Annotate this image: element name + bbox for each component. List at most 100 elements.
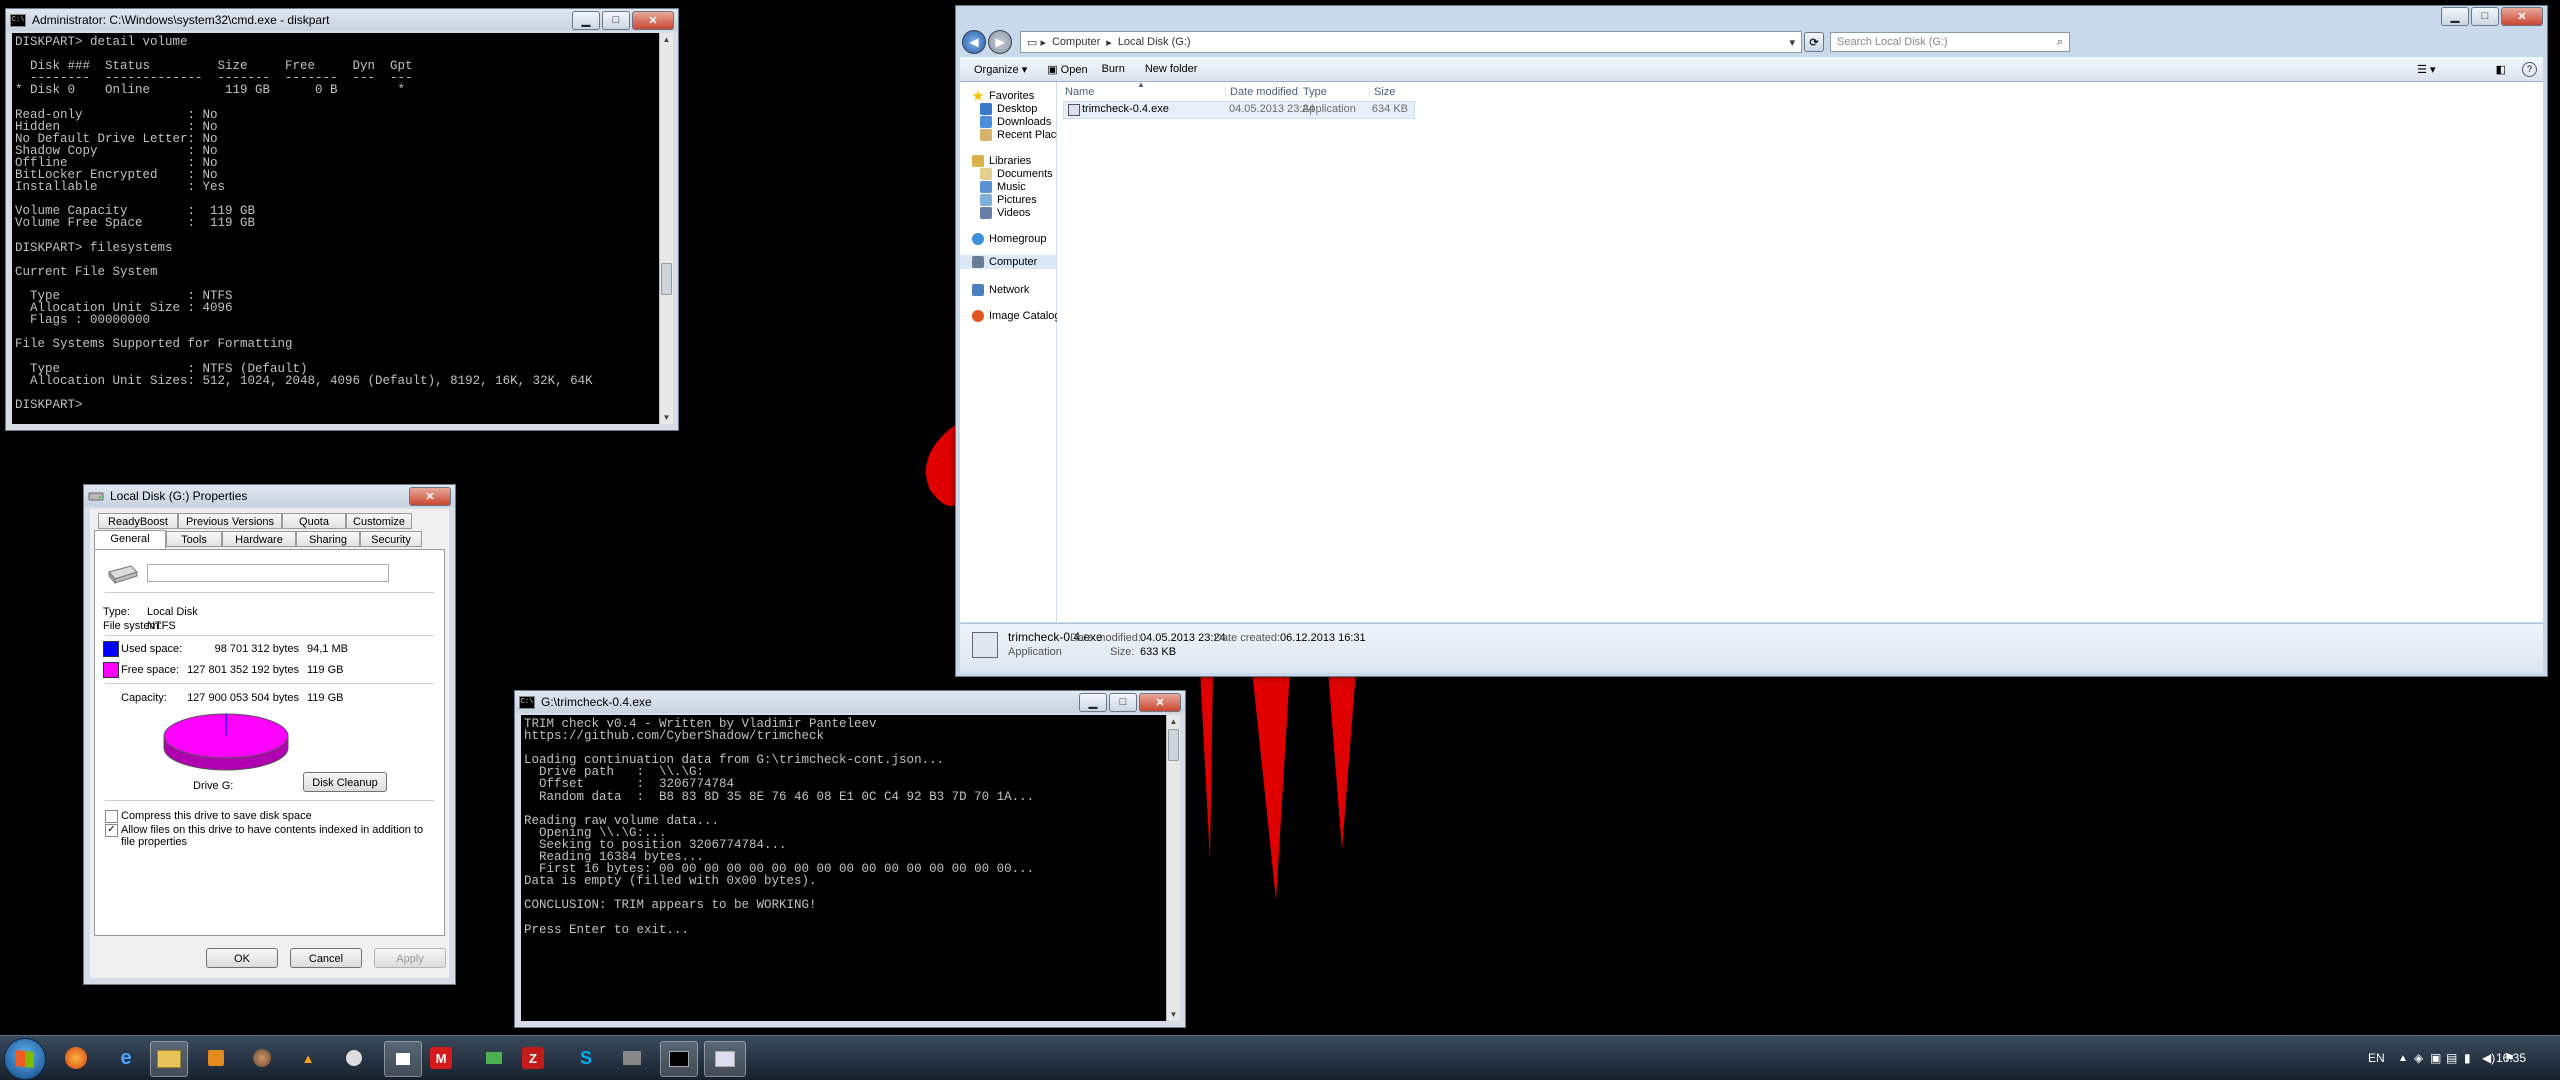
cmd-console-output[interactable]: DISKPART> detail volume Disk ### Status … (12, 33, 660, 424)
preview-pane-icon[interactable]: ◧ (2496, 63, 2506, 76)
scroll-down-icon[interactable]: ▼ (660, 411, 673, 424)
scroll-thumb[interactable] (1168, 729, 1179, 761)
nav-image-catalog[interactable]: Image Catalog (972, 310, 1061, 322)
properties-taskbar-icon[interactable] (704, 1041, 746, 1077)
maximize-button[interactable]: □ (2471, 6, 2499, 26)
column-header-size[interactable]: Size (1369, 86, 1395, 98)
cancel-button[interactable]: Cancel (290, 948, 362, 968)
trimcheck-scrollbar[interactable]: ▲ ▼ (1166, 715, 1180, 1021)
breadcrumb-local-disk[interactable]: Local Disk (G:) (1118, 36, 1191, 48)
properties-titlebar[interactable]: Local Disk (G:) Properties ✕ (84, 485, 455, 507)
tray-icon-1[interactable]: ◈ (2414, 1036, 2423, 1080)
nav-desktop[interactable]: Desktop (980, 103, 1037, 115)
tab-previous-versions[interactable]: Previous Versions (178, 513, 282, 529)
minimize-button[interactable]: ▁ (572, 10, 600, 30)
scroll-thumb[interactable] (661, 263, 672, 295)
nav-favorites[interactable]: Favorites (972, 90, 1034, 102)
app-icon-13[interactable] (614, 1041, 650, 1075)
explorer-titlebar[interactable]: ▁ □ ✕ (956, 6, 2547, 26)
disk-cleanup-button[interactable]: Disk Cleanup (303, 772, 387, 792)
tray-icon-3[interactable]: ▤ (2446, 1036, 2457, 1080)
column-header-date-modified[interactable]: Date modified (1225, 86, 1298, 98)
nav-libraries[interactable]: Libraries (972, 155, 1031, 167)
tab-general[interactable]: General (94, 530, 166, 549)
cmd-scrollbar[interactable]: ▲ ▼ (659, 33, 673, 424)
nav-documents[interactable]: Documents (980, 168, 1053, 180)
internet-explorer-icon[interactable]: e (108, 1041, 144, 1075)
index-checkbox[interactable]: ✓ (105, 824, 118, 837)
tab-sharing[interactable]: Sharing (296, 531, 360, 547)
explorer-window[interactable]: ▁ □ ✕ ◀ ▶ ▭ ▸ Computer ▸ Local Disk (G:)… (955, 5, 2548, 677)
burn-button[interactable]: Burn (1102, 63, 1125, 75)
scroll-up-icon[interactable]: ▲ (660, 33, 673, 46)
app-icon-10[interactable] (476, 1041, 512, 1075)
nav-downloads[interactable]: Downloads (980, 116, 1051, 128)
maximize-button[interactable]: □ (602, 10, 630, 30)
tab-security[interactable]: Security (360, 531, 422, 547)
maximize-button[interactable]: □ (1109, 692, 1137, 712)
close-button[interactable]: ✕ (632, 10, 674, 30)
cmd-taskbar-icon[interactable] (660, 1041, 698, 1077)
gmail-icon[interactable]: M (430, 1047, 452, 1069)
trimcheck-console-output[interactable]: TRIM check v0.4 - Written by Vladimir Pa… (521, 715, 1167, 1021)
help-icon[interactable]: ? (2522, 61, 2537, 77)
close-button[interactable]: ✕ (409, 486, 451, 506)
nav-pictures[interactable]: Pictures (980, 194, 1037, 206)
minimize-button[interactable]: ▁ (2441, 6, 2469, 26)
new-folder-button[interactable]: New folder (1145, 63, 1198, 75)
search-input[interactable]: Search Local Disk (G:) ⌕ (1830, 32, 2070, 52)
open-button[interactable]: ▣ Open (1047, 63, 1087, 76)
app-icon-7[interactable] (336, 1041, 372, 1075)
tab-hardware[interactable]: Hardware (222, 531, 296, 547)
close-button[interactable]: ✕ (2501, 6, 2543, 26)
volume-label-input[interactable] (147, 564, 389, 582)
tab-customize[interactable]: Customize (346, 513, 412, 529)
language-indicator[interactable]: EN (2368, 1036, 2385, 1080)
volume-icon[interactable]: ◀) (2482, 1036, 2495, 1080)
back-arrow-icon[interactable]: ◀ (962, 30, 986, 54)
explorer-folder-icon[interactable] (150, 1041, 188, 1077)
organize-button[interactable]: Organize ▾ (974, 63, 1027, 76)
trimcheck-window[interactable]: C:\ G:\trimcheck-0.4.exe ▁ □ ✕ TRIM chec… (514, 690, 1186, 1028)
trimcheck-titlebar[interactable]: C:\ G:\trimcheck-0.4.exe ▁ □ ✕ (515, 691, 1185, 713)
tab-readyboost[interactable]: ReadyBoost (98, 513, 178, 529)
clock[interactable]: 16:35 (2496, 1036, 2526, 1080)
view-options-icon[interactable]: ☰ ▾ (2417, 63, 2435, 76)
filezilla-icon[interactable]: Z (522, 1047, 544, 1069)
refresh-icon[interactable]: ⟳ (1804, 32, 1824, 52)
tab-tools[interactable]: Tools (166, 531, 222, 547)
cmd-titlebar[interactable]: C:\ Administrator: C:\Windows\system32\c… (6, 9, 678, 31)
app-icon-5[interactable] (244, 1041, 280, 1075)
table-row[interactable]: trimcheck-0.4.exe 04.05.2013 23:24 Appli… (1063, 101, 1415, 119)
media-player-icon[interactable] (198, 1041, 234, 1075)
tray-icon-2[interactable]: ▣ (2430, 1036, 2441, 1080)
skype-icon[interactable]: S (568, 1041, 604, 1075)
scroll-up-icon[interactable]: ▲ (1167, 715, 1180, 728)
app-icon-8[interactable] (384, 1041, 422, 1077)
nav-computer[interactable]: Computer (960, 255, 1056, 269)
address-bar[interactable]: ▭ ▸ Computer ▸ Local Disk (G:) ▾ (1020, 31, 1802, 53)
breadcrumb-computer[interactable]: Computer (1052, 36, 1100, 48)
nav-music[interactable]: Music (980, 181, 1026, 193)
nav-homegroup[interactable]: Homegroup (972, 233, 1046, 245)
firefox-icon[interactable] (58, 1041, 94, 1075)
nav-network[interactable]: Network (972, 284, 1029, 296)
nav-recent-places[interactable]: Recent Places (980, 129, 1068, 141)
apply-button[interactable]: Apply (374, 948, 446, 968)
minimize-button[interactable]: ▁ (1079, 692, 1107, 712)
column-header-type[interactable]: Type (1298, 86, 1327, 98)
ok-button[interactable]: OK (206, 948, 278, 968)
close-button[interactable]: ✕ (1139, 692, 1181, 712)
chevron-down-icon[interactable]: ▾ (1789, 36, 1795, 49)
tray-expand-icon[interactable]: ▲ (2398, 1036, 2408, 1080)
properties-dialog[interactable]: Local Disk (G:) Properties ✕ ReadyBoost … (83, 484, 456, 985)
network-tray-icon[interactable]: ▮ (2464, 1036, 2471, 1080)
cmd-window[interactable]: C:\ Administrator: C:\Windows\system32\c… (5, 8, 679, 431)
app-icon-6[interactable]: ▲ (290, 1041, 326, 1075)
forward-arrow-icon[interactable]: ▶ (988, 30, 1012, 54)
start-button[interactable] (4, 1038, 46, 1080)
nav-videos[interactable]: Videos (980, 207, 1030, 219)
scroll-down-icon[interactable]: ▼ (1167, 1008, 1180, 1021)
compress-checkbox[interactable] (105, 810, 118, 823)
tab-quota[interactable]: Quota (282, 513, 346, 529)
